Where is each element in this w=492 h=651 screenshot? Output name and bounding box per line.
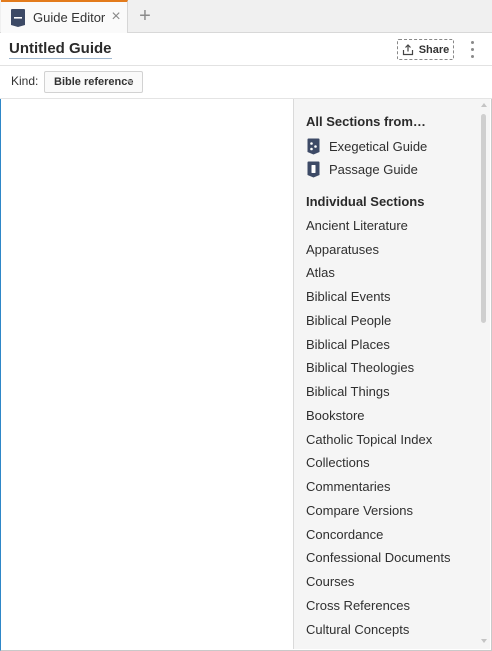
- section-item[interactable]: Cultural Concepts: [306, 622, 409, 637]
- panel-scrollbar[interactable]: [480, 101, 489, 647]
- more-dot: [470, 41, 474, 44]
- guide-title-input[interactable]: Untitled Guide: [9, 40, 112, 59]
- section-item[interactable]: Confessional Documents: [306, 550, 451, 565]
- tab-strip: Guide Editor × +: [0, 0, 492, 33]
- section-item[interactable]: Biblical People: [306, 313, 391, 328]
- new-tab-plus-icon[interactable]: +: [137, 6, 153, 26]
- section-item[interactable]: Concordance: [306, 527, 383, 542]
- section-item[interactable]: Catholic Topical Index: [306, 432, 432, 447]
- share-label: Share: [418, 43, 450, 56]
- exegetical-guide-icon: [307, 138, 320, 154]
- guide-item-label: Exegetical Guide: [329, 138, 428, 154]
- more-vertical-icon[interactable]: [468, 41, 476, 58]
- section-item[interactable]: Biblical Places: [306, 337, 390, 352]
- sections-panel: All Sections from… Exegetical Guide Pass…: [293, 99, 490, 649]
- section-item[interactable]: Courses: [306, 574, 354, 589]
- more-dot: [470, 48, 474, 51]
- section-item[interactable]: Collections: [306, 455, 370, 470]
- close-icon[interactable]: ×: [109, 9, 123, 25]
- kind-row: Kind: Bible reference: [0, 66, 492, 99]
- tab-title: Guide Editor: [33, 10, 106, 25]
- guide-header: Untitled Guide Share: [0, 33, 492, 66]
- section-item[interactable]: Cross References: [306, 598, 410, 613]
- section-item[interactable]: Biblical Theologies: [306, 360, 414, 375]
- guide-item-exegetical[interactable]: Exegetical Guide: [307, 136, 427, 156]
- section-item[interactable]: Ancient Literature: [306, 218, 408, 233]
- individual-sections-heading: Individual Sections: [306, 194, 425, 209]
- kind-dropdown[interactable]: Bible reference: [44, 71, 143, 93]
- guide-item-passage[interactable]: Passage Guide: [307, 159, 418, 179]
- tab-guide-editor[interactable]: Guide Editor ×: [1, 0, 128, 33]
- section-item[interactable]: Biblical Things: [306, 384, 390, 399]
- section-item[interactable]: Atlas: [306, 265, 335, 280]
- chevron-down-icon: [127, 80, 133, 84]
- kind-selected-value: Bible reference: [54, 76, 134, 88]
- share-icon: [402, 43, 413, 55]
- kind-label: Kind:: [11, 74, 39, 88]
- guide-content-area[interactable]: [1, 99, 293, 649]
- scroll-down-arrow-icon[interactable]: [481, 639, 487, 643]
- passage-guide-icon: [307, 161, 320, 177]
- scroll-up-arrow-icon[interactable]: [481, 103, 487, 107]
- more-dot: [470, 55, 474, 58]
- all-sections-heading: All Sections from…: [306, 114, 426, 129]
- guide-item-label: Passage Guide: [329, 161, 418, 177]
- section-item[interactable]: Commentaries: [306, 479, 391, 494]
- guide-document-icon: [11, 9, 25, 27]
- section-item[interactable]: Compare Versions: [306, 503, 413, 518]
- section-item[interactable]: Bookstore: [306, 408, 365, 423]
- share-button[interactable]: Share: [397, 39, 454, 60]
- section-item[interactable]: Apparatuses: [306, 242, 379, 257]
- section-item[interactable]: Biblical Events: [306, 289, 391, 304]
- scrollbar-thumb[interactable]: [481, 114, 486, 323]
